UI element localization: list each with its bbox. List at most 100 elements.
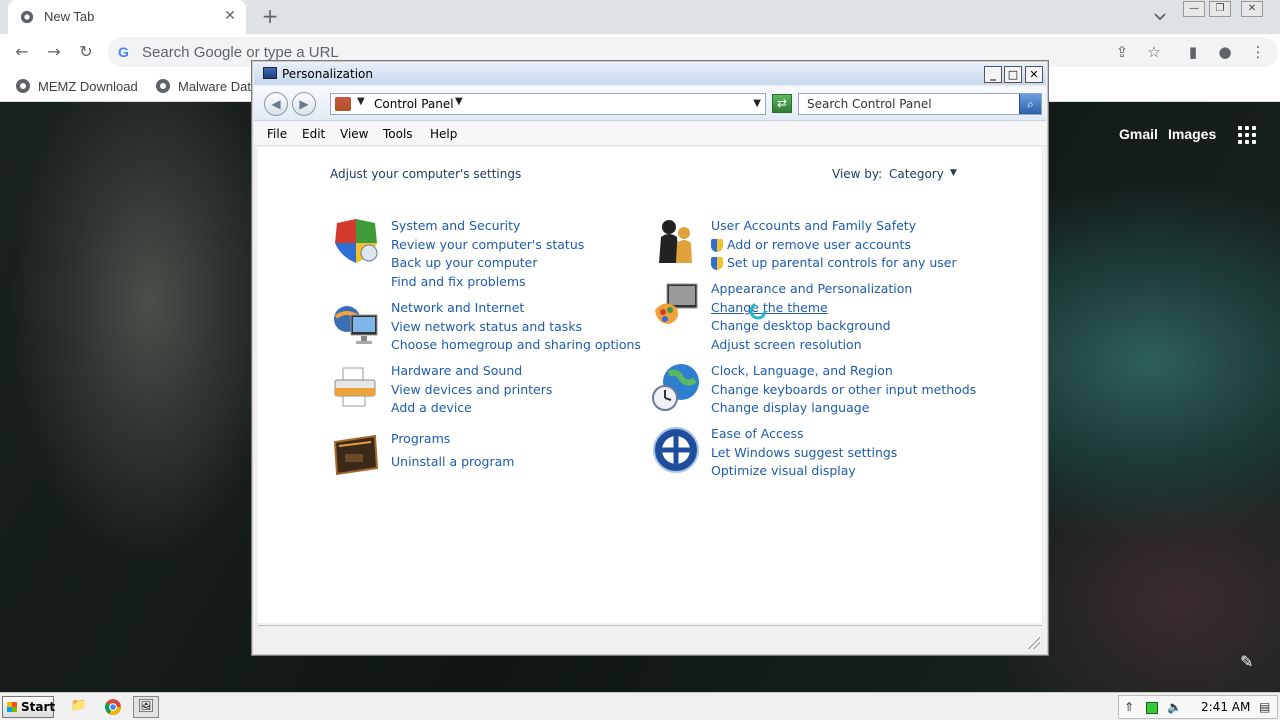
search-placeholder: Search Control Panel bbox=[807, 97, 932, 111]
category-title[interactable]: System and Security bbox=[391, 217, 584, 236]
globe-clock-icon bbox=[652, 364, 699, 411]
control-panel-taskbar-icon[interactable]: 🖼 bbox=[133, 696, 159, 718]
gmail-link[interactable]: Gmail bbox=[1119, 126, 1158, 142]
show-hidden-icons-icon[interactable]: ⇑ bbox=[1124, 700, 1134, 714]
new-tab-button[interactable]: + bbox=[260, 6, 280, 26]
minimize-icon[interactable]: — bbox=[1183, 1, 1205, 17]
category-title[interactable]: Ease of Access bbox=[711, 425, 897, 444]
breadcrumb-arrow-icon[interactable]: ▼ bbox=[357, 96, 365, 107]
side-panel-icon[interactable]: ▮ bbox=[1183, 42, 1203, 62]
breadcrumb-arrow-icon[interactable]: ▼ bbox=[455, 96, 463, 107]
resize-grip-icon[interactable] bbox=[1028, 637, 1040, 649]
forward-arrow-icon[interactable]: ▶ bbox=[292, 92, 316, 116]
system-tray: ⇑ 🔈 2:41 AM ▤ bbox=[1118, 695, 1278, 719]
apps-grid-icon[interactable] bbox=[1238, 126, 1256, 144]
view-by-label: View by: bbox=[832, 167, 883, 181]
category-link[interactable]: Let Windows suggest settings bbox=[711, 444, 897, 463]
category-link[interactable]: Change the theme bbox=[711, 299, 912, 318]
restore-icon[interactable]: ❐ bbox=[1209, 1, 1231, 17]
menu-file[interactable]: File bbox=[267, 127, 287, 141]
action-center-icon[interactable]: ▤ bbox=[1259, 700, 1270, 714]
category-title[interactable]: User Accounts and Family Safety bbox=[711, 217, 957, 236]
control-panel-window: Personalization _ □ ✕ ◀ ▶ ▼ Control Pane… bbox=[251, 60, 1049, 656]
window-maximize-button[interactable]: □ bbox=[1004, 66, 1022, 83]
menu-help[interactable]: Help bbox=[430, 127, 457, 141]
browser-tabstrip: New Tab ✕ + — ❐ ✕ bbox=[0, 0, 1280, 34]
explorer-icon[interactable]: 📁 bbox=[66, 696, 92, 718]
category-link[interactable]: Review your computer's status bbox=[391, 236, 584, 255]
category-title[interactable]: Clock, Language, and Region bbox=[711, 362, 976, 381]
category-link[interactable]: Back up your computer bbox=[391, 254, 584, 273]
forward-arrow-icon[interactable]: → bbox=[44, 42, 64, 62]
window-app-icon bbox=[263, 67, 277, 79]
star-icon[interactable]: ☆ bbox=[1144, 42, 1164, 62]
category-link[interactable]: Set up parental controls for any user bbox=[711, 254, 957, 273]
start-button[interactable]: Start bbox=[2, 696, 55, 718]
control-panel-icon bbox=[335, 97, 351, 111]
breadcrumb-label[interactable]: Control Panel bbox=[374, 97, 454, 111]
view-by-select[interactable]: Category bbox=[889, 167, 944, 181]
tab-title: New Tab bbox=[44, 9, 95, 24]
volume-icon[interactable]: 🔈 bbox=[1167, 700, 1182, 714]
menu-view[interactable]: View bbox=[340, 127, 368, 141]
reload-icon[interactable]: ↻ bbox=[76, 42, 96, 62]
category-link[interactable]: Adjust screen resolution bbox=[711, 336, 912, 355]
category-link[interactable]: Choose homegroup and sharing options bbox=[391, 336, 641, 355]
omnibox-placeholder: Search Google or type a URL bbox=[142, 44, 339, 61]
customize-pencil-icon[interactable]: ✎ bbox=[1240, 652, 1253, 671]
chevron-down-icon[interactable] bbox=[1152, 8, 1168, 24]
category-link[interactable]: Optimize visual display bbox=[711, 462, 897, 481]
bookmark-memz[interactable]: MEMZ Download bbox=[16, 76, 138, 96]
menu-tools[interactable]: Tools bbox=[383, 127, 413, 141]
category-link[interactable]: Change display language bbox=[711, 399, 976, 418]
back-arrow-icon[interactable]: ◀ bbox=[264, 92, 288, 116]
category-link[interactable]: Find and fix problems bbox=[391, 273, 584, 292]
category-link[interactable]: Add a device bbox=[391, 399, 552, 418]
bookmark-label: Malware Dat bbox=[178, 78, 251, 94]
appearance-icon bbox=[655, 283, 698, 324]
share-icon[interactable]: ⇪ bbox=[1112, 42, 1132, 62]
view-by-dropdown-icon[interactable]: ▼ bbox=[950, 168, 957, 178]
category-link[interactable]: Uninstall a program bbox=[391, 453, 514, 472]
category-title[interactable]: Hardware and Sound bbox=[391, 362, 552, 381]
profile-icon[interactable]: ● bbox=[1215, 42, 1235, 62]
google-icon: G bbox=[118, 44, 129, 60]
taskbar-clock[interactable]: 2:41 AM bbox=[1201, 700, 1250, 714]
search-icon[interactable]: ⌕ bbox=[1019, 94, 1041, 114]
category-link[interactable]: View network status and tasks bbox=[391, 318, 641, 337]
search-control-panel-input[interactable]: Search Control Panel ⌕ bbox=[798, 93, 1042, 115]
network-icon bbox=[334, 306, 378, 344]
page-heading: Adjust your computer's settings bbox=[330, 167, 522, 181]
address-bar: ◀ ▶ ▼ Control Panel ▼ ▼ ⇄ Search Control… bbox=[254, 87, 1046, 121]
menu-bar: File Edit View Tools Help bbox=[254, 122, 1046, 146]
more-menu-icon[interactable]: ⋮ bbox=[1248, 42, 1268, 62]
bookmark-malware[interactable]: Malware Dat bbox=[156, 76, 251, 96]
category-link[interactable]: View devices and printers bbox=[391, 381, 552, 400]
category-link[interactable]: Change desktop background bbox=[711, 317, 912, 336]
ease-of-access-icon bbox=[653, 427, 699, 473]
window-minimize-button[interactable]: _ bbox=[984, 66, 1002, 83]
category-title[interactable]: Network and Internet bbox=[391, 299, 641, 318]
refresh-icon[interactable]: ⇄ bbox=[772, 94, 792, 113]
globe-icon bbox=[16, 79, 30, 93]
history-dropdown-icon[interactable]: ▼ bbox=[753, 98, 761, 109]
category-link[interactable]: Add or remove user accounts bbox=[711, 236, 957, 255]
images-link[interactable]: Images bbox=[1168, 126, 1216, 142]
category-title[interactable]: Appearance and Personalization bbox=[711, 280, 912, 299]
control-panel-content: Adjust your computer's settings View by:… bbox=[258, 147, 1042, 623]
close-icon[interactable]: ✕ bbox=[1241, 1, 1263, 17]
window-titlebar[interactable]: Personalization _ □ ✕ bbox=[254, 63, 1046, 85]
window-close-button[interactable]: ✕ bbox=[1025, 66, 1043, 83]
tab-new-tab[interactable]: New Tab ✕ bbox=[8, 0, 246, 34]
menu-edit[interactable]: Edit bbox=[302, 127, 325, 141]
printer-icon bbox=[334, 367, 376, 407]
chrome-taskbar-icon[interactable] bbox=[100, 696, 126, 718]
breadcrumb[interactable]: ▼ Control Panel ▼ ▼ bbox=[330, 93, 766, 115]
status-bar bbox=[258, 625, 1042, 651]
globe-icon bbox=[156, 79, 170, 93]
back-arrow-icon[interactable]: ← bbox=[12, 42, 32, 62]
network-status-icon[interactable] bbox=[1146, 702, 1158, 714]
tab-close-icon[interactable]: ✕ bbox=[222, 8, 238, 24]
category-link[interactable]: Change keyboards or other input methods bbox=[711, 381, 976, 400]
category-title[interactable]: Programs bbox=[391, 430, 514, 449]
